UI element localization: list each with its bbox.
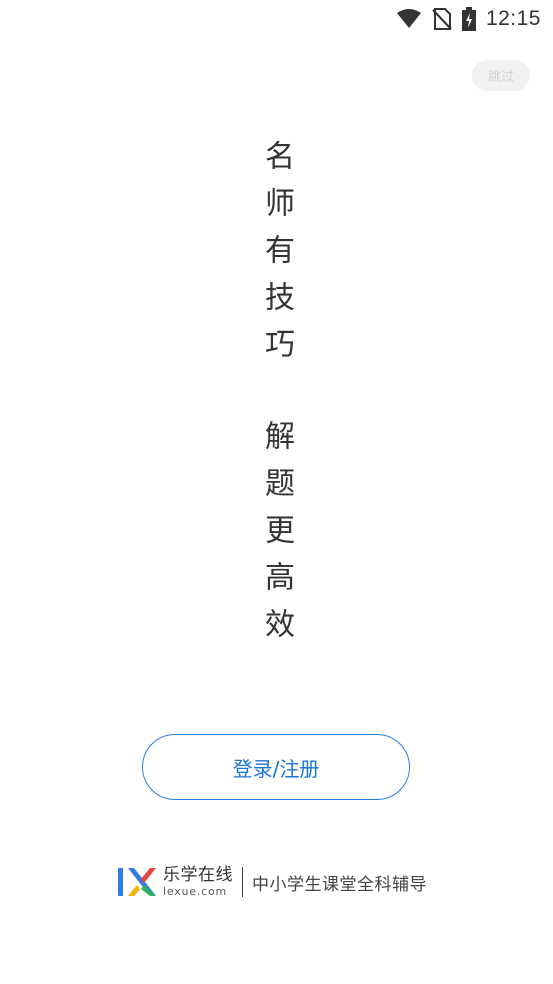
status-bar: 12:15: [0, 0, 553, 38]
brand-domain: lexue.com: [163, 885, 228, 898]
slogan: 名师有技巧 解题更高效: [0, 140, 553, 655]
no-sim-icon: [432, 8, 452, 30]
status-time: 12:15: [485, 7, 541, 30]
slogan-line-2: 解题更高效: [259, 420, 294, 655]
brand-divider: [242, 867, 243, 897]
battery-charging-icon: [461, 7, 476, 31]
footer-brand: 乐学在线 lexue.com 中小学生课堂全科辅导: [117, 864, 427, 900]
slogan-line-1: 名师有技巧: [259, 140, 294, 375]
skip-button[interactable]: 跳过: [472, 60, 530, 91]
brand-tagline: 中小学生课堂全科辅导: [252, 874, 427, 895]
wifi-icon: [396, 9, 422, 29]
login-register-button[interactable]: 登录/注册: [142, 734, 410, 800]
status-icons: 12:15: [396, 6, 541, 32]
lexue-logo-icon: [118, 868, 156, 896]
brand-text: 乐学在线 lexue.com: [163, 865, 233, 898]
brand-name: 乐学在线: [163, 865, 233, 885]
